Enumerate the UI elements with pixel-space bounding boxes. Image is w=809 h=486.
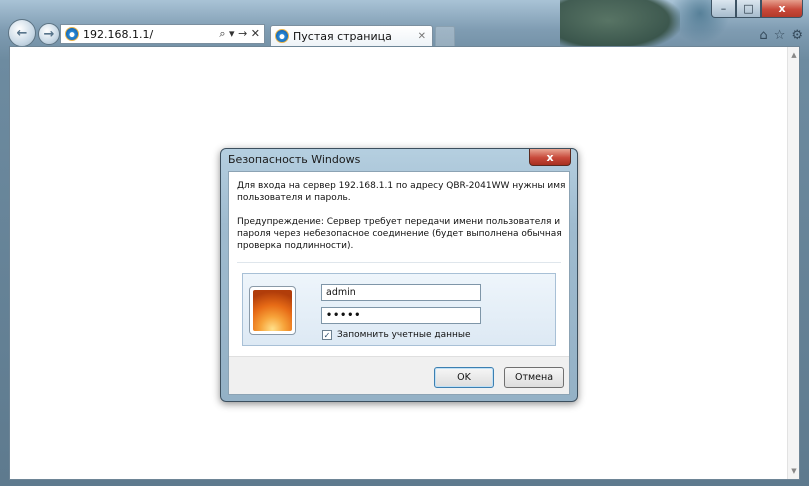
dialog-message: Для входа на сервер 192.168.1.1 по адрес… [237,181,566,203]
dialog-warning: Предупреждение: Сервер требует передачи … [237,217,562,251]
forward-arrow-icon: → [43,26,55,42]
remember-checkbox[interactable]: ✓ [322,330,332,340]
ok-button[interactable]: OK [434,367,494,388]
scroll-up-icon[interactable]: ▲ [788,49,800,61]
window-controls: – □ x [711,0,803,18]
address-text[interactable]: 192.168.1.1/ [83,28,219,41]
back-button[interactable]: ← [8,19,36,47]
dialog-separator [237,262,561,263]
password-field[interactable] [321,307,481,324]
username-field[interactable] [321,284,481,301]
tab-close-icon[interactable]: ✕ [418,31,426,42]
browser-window: – □ x ← → 192.168.1.1/ ⌕ ▾ → ✕ Пустая ст… [0,0,809,486]
scroll-down-icon[interactable]: ▼ [788,465,800,477]
window-close-button[interactable]: x [761,0,803,18]
credential-panel: ✓ Запомнить учетные данные [242,273,556,346]
dialog-title: Безопасность Windows [228,153,361,166]
windows-security-dialog: Безопасность Windows x Для входа на серв… [220,148,578,402]
new-tab-button[interactable] [435,26,455,46]
cancel-button[interactable]: Отмена [504,367,564,388]
user-avatar [249,286,296,335]
dialog-footer: OK Отмена [229,356,569,394]
ie-icon [65,27,79,41]
forward-button[interactable]: → [38,23,60,45]
remember-label[interactable]: Запомнить учетные данные [337,330,471,340]
tab-ie-icon [275,29,289,43]
back-arrow-icon: ← [16,25,28,41]
dialog-close-button[interactable]: x [529,149,571,166]
home-icon[interactable]: ⌂ [759,28,767,43]
tab-blank-page[interactable]: Пустая страница ✕ [270,25,433,46]
minimize-button[interactable]: – [711,0,736,18]
settings-icon[interactable]: ⚙ [791,28,803,43]
address-tools[interactable]: ⌕ ▾ → ✕ [219,27,260,41]
vertical-scrollbar[interactable]: ▲ ▼ [787,47,799,479]
maximize-button[interactable]: □ [736,0,761,18]
favorites-icon[interactable]: ☆ [774,28,786,43]
flower-avatar-icon [253,290,292,331]
frame-background-art [560,0,680,52]
toolbar-right: ⌂ ☆ ⚙ [759,28,803,43]
address-bar[interactable]: 192.168.1.1/ ⌕ ▾ → ✕ [60,24,265,44]
tab-title: Пустая страница [293,29,392,43]
dialog-body: Для входа на сервер 192.168.1.1 по адрес… [228,171,570,395]
